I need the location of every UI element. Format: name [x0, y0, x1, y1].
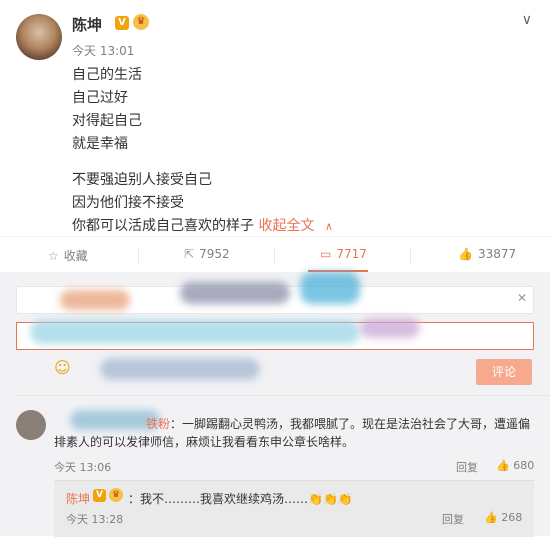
verified-badge-icon: V: [115, 16, 129, 30]
smile-icon[interactable]: ☺: [54, 358, 71, 377]
post-line: 因为他们接不接受: [72, 195, 184, 211]
commenter-avatar[interactable]: [16, 410, 46, 440]
post-line-last: 你都可以活成自己喜欢的样子 收起全文 ∧: [72, 215, 333, 235]
repost-count: 7952: [199, 247, 230, 261]
comment-button[interactable]: ▭ 7717: [320, 247, 367, 261]
post-line: 自己的生活: [72, 67, 142, 83]
chevron-down-icon[interactable]: ∨: [522, 12, 532, 28]
submit-comment-button[interactable]: 评论: [476, 359, 532, 385]
thumbs-up-icon: 👍: [458, 247, 473, 261]
reply-button[interactable]: 回复: [442, 511, 464, 527]
comment-count: 7717: [336, 247, 367, 261]
post-line: 不要强迫别人接受自己: [72, 172, 212, 188]
divider: [16, 395, 550, 396]
like-count: 33877: [477, 247, 517, 261]
blur-overlay: [60, 290, 130, 310]
blur-overlay: [180, 282, 290, 304]
comment-like-button[interactable]: 👍 680: [496, 459, 534, 472]
comment-time: 今天 13:06: [54, 461, 112, 474]
sub-reply-box: [54, 480, 534, 537]
blur-overlay: [100, 358, 260, 380]
comment-icon: ▭: [320, 247, 332, 261]
reply-like-count: 268: [501, 511, 523, 524]
reply-author-name[interactable]: 陈坤: [66, 490, 90, 507]
share-icon: ⇱: [184, 247, 195, 261]
reply-button[interactable]: 回复: [456, 459, 478, 475]
thumbs-up-icon: 👍: [484, 511, 498, 524]
verified-badge-icon: V: [93, 489, 106, 502]
reply-like-button[interactable]: 👍 268: [484, 511, 522, 524]
post-time[interactable]: 今天 13:01: [72, 42, 134, 59]
reply-time: 今天 13:28: [66, 513, 124, 526]
close-icon[interactable]: ✕: [517, 291, 527, 305]
blur-overlay: [300, 272, 360, 304]
repost-button[interactable]: ⇱ 7952: [184, 247, 230, 261]
fold-link[interactable]: 收起全文: [258, 218, 314, 234]
favorite-label: 收藏: [63, 249, 88, 263]
favorite-button[interactable]: ☆ 收藏: [48, 247, 88, 264]
post-line-text: 你都可以活成自己喜欢的样子: [72, 218, 254, 234]
comment-text: 铁粉：一脚踢翻心灵鸭汤，我都喂腻了。现在是法治社会了大哥，遭遥偏排素人的可以发律…: [54, 415, 538, 451]
crown-icon: ♛: [133, 14, 149, 30]
crown-icon: ♛: [109, 488, 123, 502]
post-line: 就是幸福: [72, 136, 128, 152]
commenter-name[interactable]: 铁粉: [146, 417, 170, 431]
chevron-up-icon[interactable]: ∧: [325, 220, 333, 233]
like-button[interactable]: 👍 33877: [458, 247, 516, 261]
reply-text: ：我不………我喜欢继续鸡汤……👏👏👏: [128, 492, 353, 506]
comment-body: ：一脚踢翻心灵鸭汤，我都喂腻了。现在是法治社会了大哥，遭遥偏排素人的可以发律师信…: [54, 417, 531, 449]
post-line: 自己过好: [72, 90, 128, 106]
post-line: 对得起自己: [72, 113, 142, 129]
blur-overlay: [30, 320, 360, 344]
star-icon: ☆: [48, 249, 59, 263]
thumbs-up-icon: 👍: [496, 459, 510, 472]
action-bar: ☆ 收藏 ⇱ 7952 ▭ 7717 👍 33877: [0, 236, 550, 273]
author-name[interactable]: 陈坤: [72, 14, 102, 35]
blur-overlay: [360, 318, 420, 338]
author-avatar[interactable]: [16, 14, 62, 60]
comment-like-count: 680: [513, 459, 535, 472]
